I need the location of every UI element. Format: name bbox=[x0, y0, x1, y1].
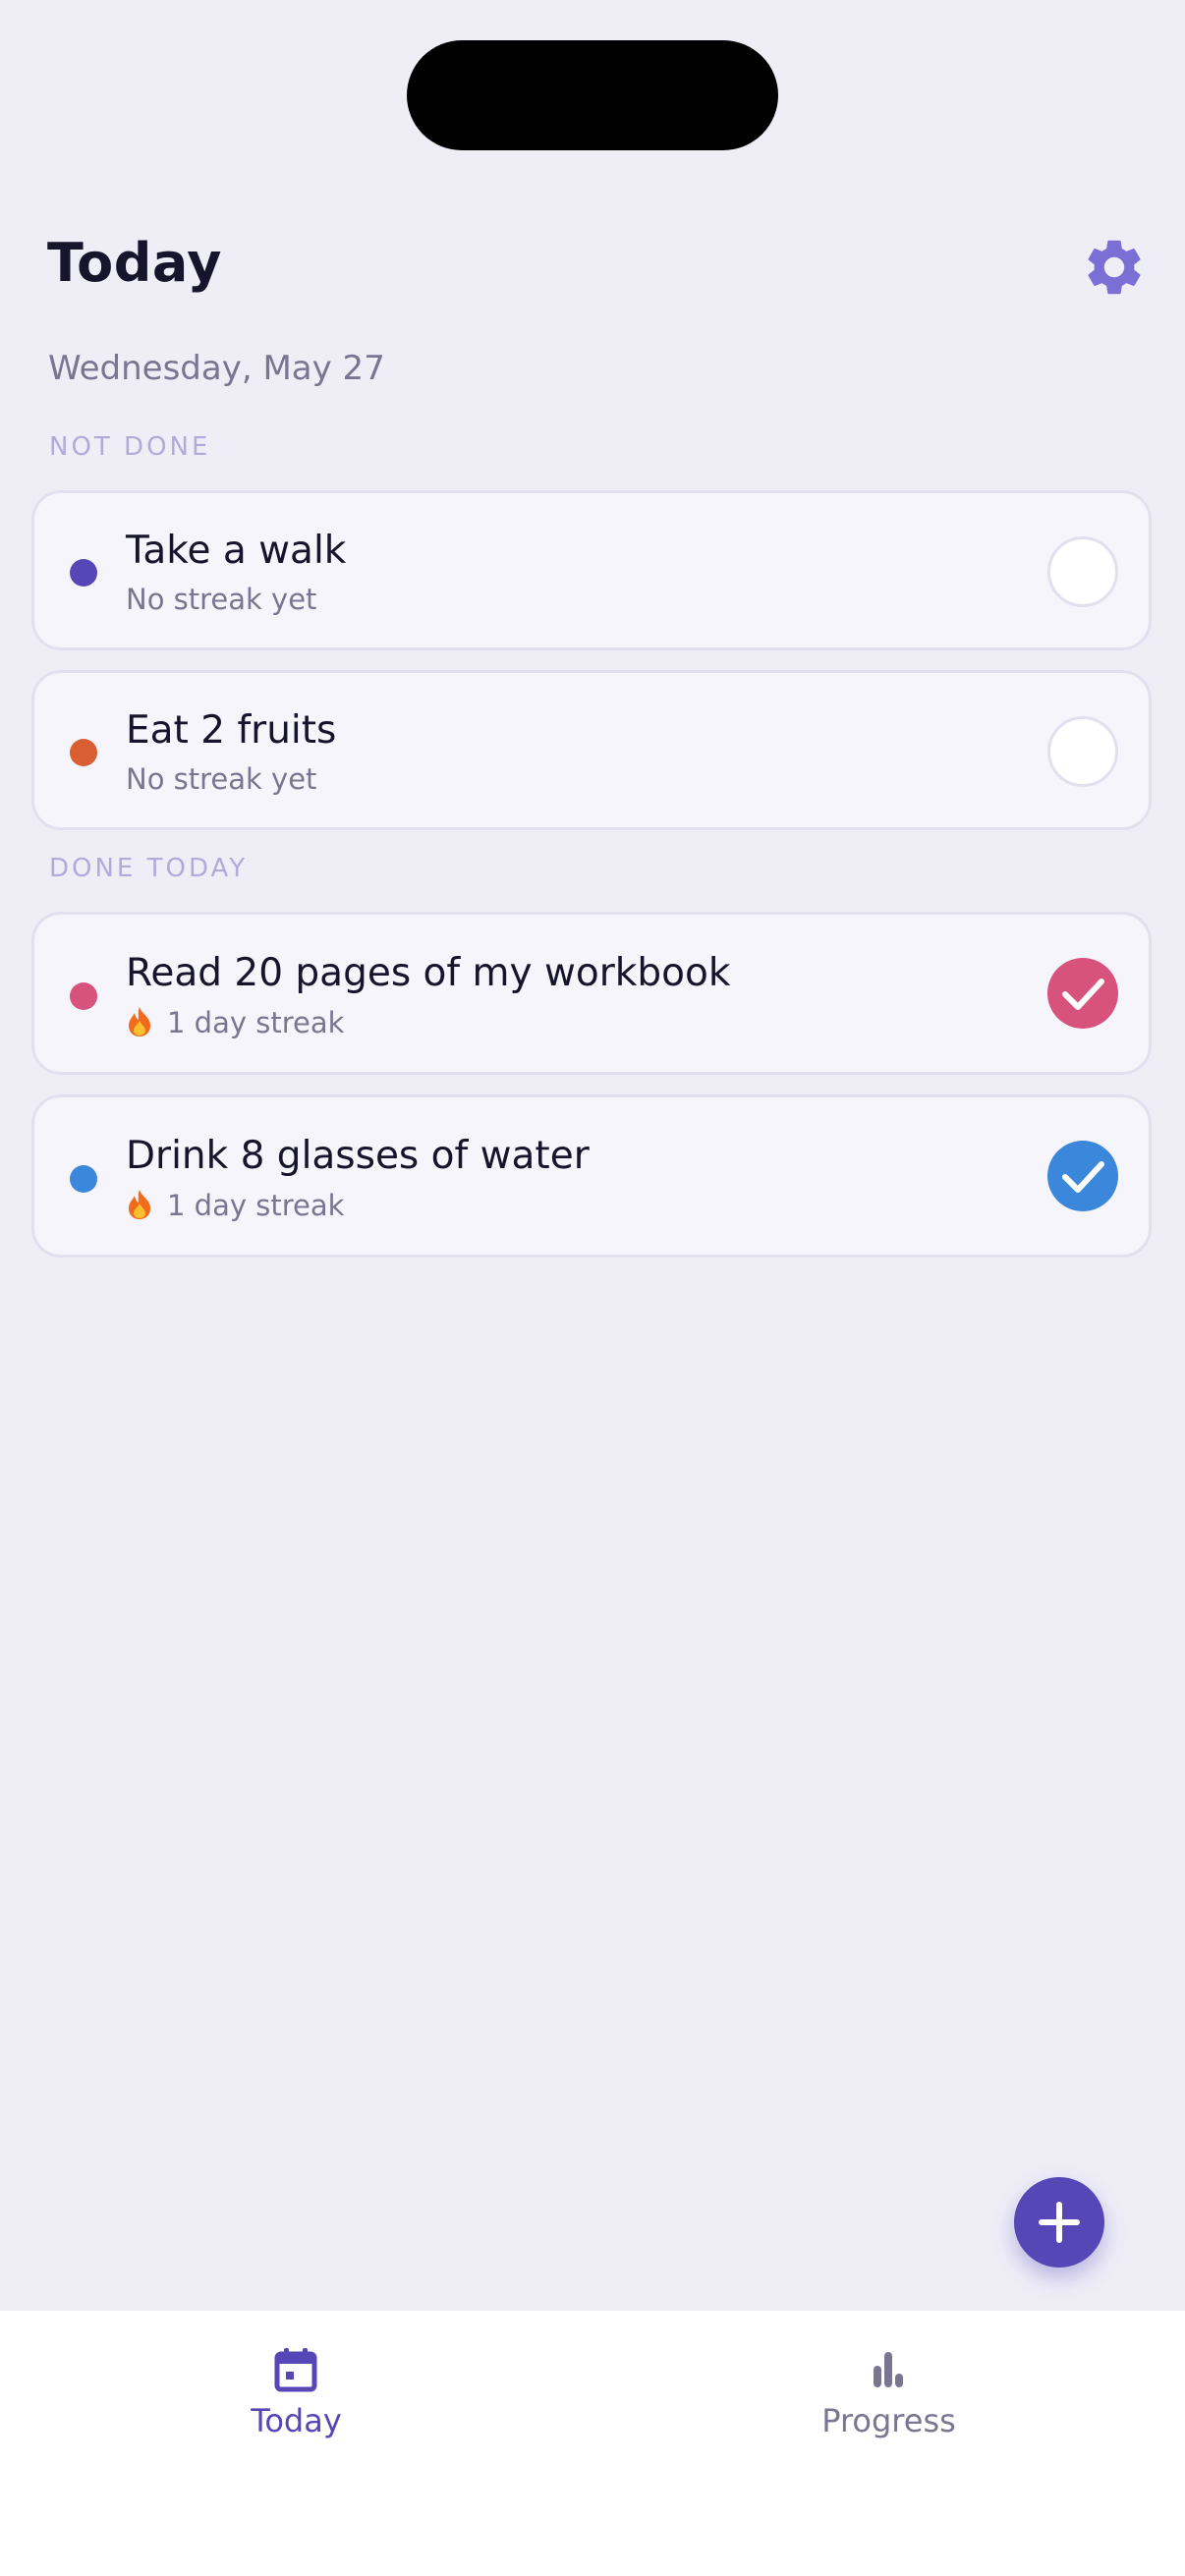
habit-streak-text: 1 day streak bbox=[167, 1189, 345, 1222]
habit-streak-text: No streak yet bbox=[126, 762, 317, 796]
tab-bar: Today Progress bbox=[0, 2311, 1185, 2576]
habit-card[interactable]: Drink 8 glasses of water 1 day streak bbox=[31, 1094, 1152, 1258]
page-title: Today bbox=[47, 232, 222, 294]
flame-icon bbox=[126, 1189, 153, 1220]
flame-icon bbox=[126, 1006, 153, 1037]
add-habit-button[interactable] bbox=[1014, 2177, 1104, 2268]
habit-color-dot bbox=[70, 1165, 97, 1193]
habit-streak-text: 1 day streak bbox=[167, 1006, 345, 1039]
habit-name: Eat 2 fruits bbox=[126, 708, 337, 753]
habit-checkbox[interactable] bbox=[1047, 716, 1118, 787]
tab-today[interactable]: Today bbox=[0, 2311, 592, 2458]
habit-name: Read 20 pages of my workbook bbox=[126, 951, 731, 995]
tab-progress[interactable]: Progress bbox=[592, 2311, 1185, 2458]
habit-streak: 1 day streak bbox=[126, 1186, 344, 1225]
checkmark-icon bbox=[1062, 979, 1104, 1010]
habit-color-dot bbox=[70, 559, 97, 587]
plus-icon bbox=[1039, 2202, 1080, 2243]
dynamic-island bbox=[407, 40, 778, 150]
section-header-done-today: DONE TODAY bbox=[49, 854, 249, 883]
tab-today-label: Today bbox=[251, 2402, 342, 2439]
habit-checkbox-checked[interactable] bbox=[1047, 958, 1118, 1029]
habit-name: Take a walk bbox=[126, 529, 347, 573]
habit-card[interactable]: Read 20 pages of my workbook 1 day strea… bbox=[31, 912, 1152, 1075]
tab-progress-label: Progress bbox=[821, 2402, 956, 2439]
habit-name: Drink 8 glasses of water bbox=[126, 1134, 590, 1178]
checkmark-icon bbox=[1062, 1161, 1104, 1193]
habit-color-dot bbox=[70, 982, 97, 1010]
gear-icon[interactable] bbox=[1081, 234, 1148, 301]
habit-card[interactable]: Take a walk No streak yet bbox=[31, 490, 1152, 650]
bar-chart-icon bbox=[874, 2352, 903, 2387]
habit-streak-text: No streak yet bbox=[126, 583, 317, 616]
habit-card[interactable]: Eat 2 fruits No streak yet bbox=[31, 670, 1152, 830]
habit-checkbox[interactable] bbox=[1047, 536, 1118, 607]
habit-checkbox-checked[interactable] bbox=[1047, 1141, 1118, 1211]
section-header-not-done: NOT DONE bbox=[49, 432, 211, 462]
habit-color-dot bbox=[70, 739, 97, 766]
date-label: Wednesday, May 27 bbox=[48, 349, 385, 388]
calendar-icon bbox=[274, 2348, 317, 2392]
habit-streak: 1 day streak bbox=[126, 1003, 344, 1042]
